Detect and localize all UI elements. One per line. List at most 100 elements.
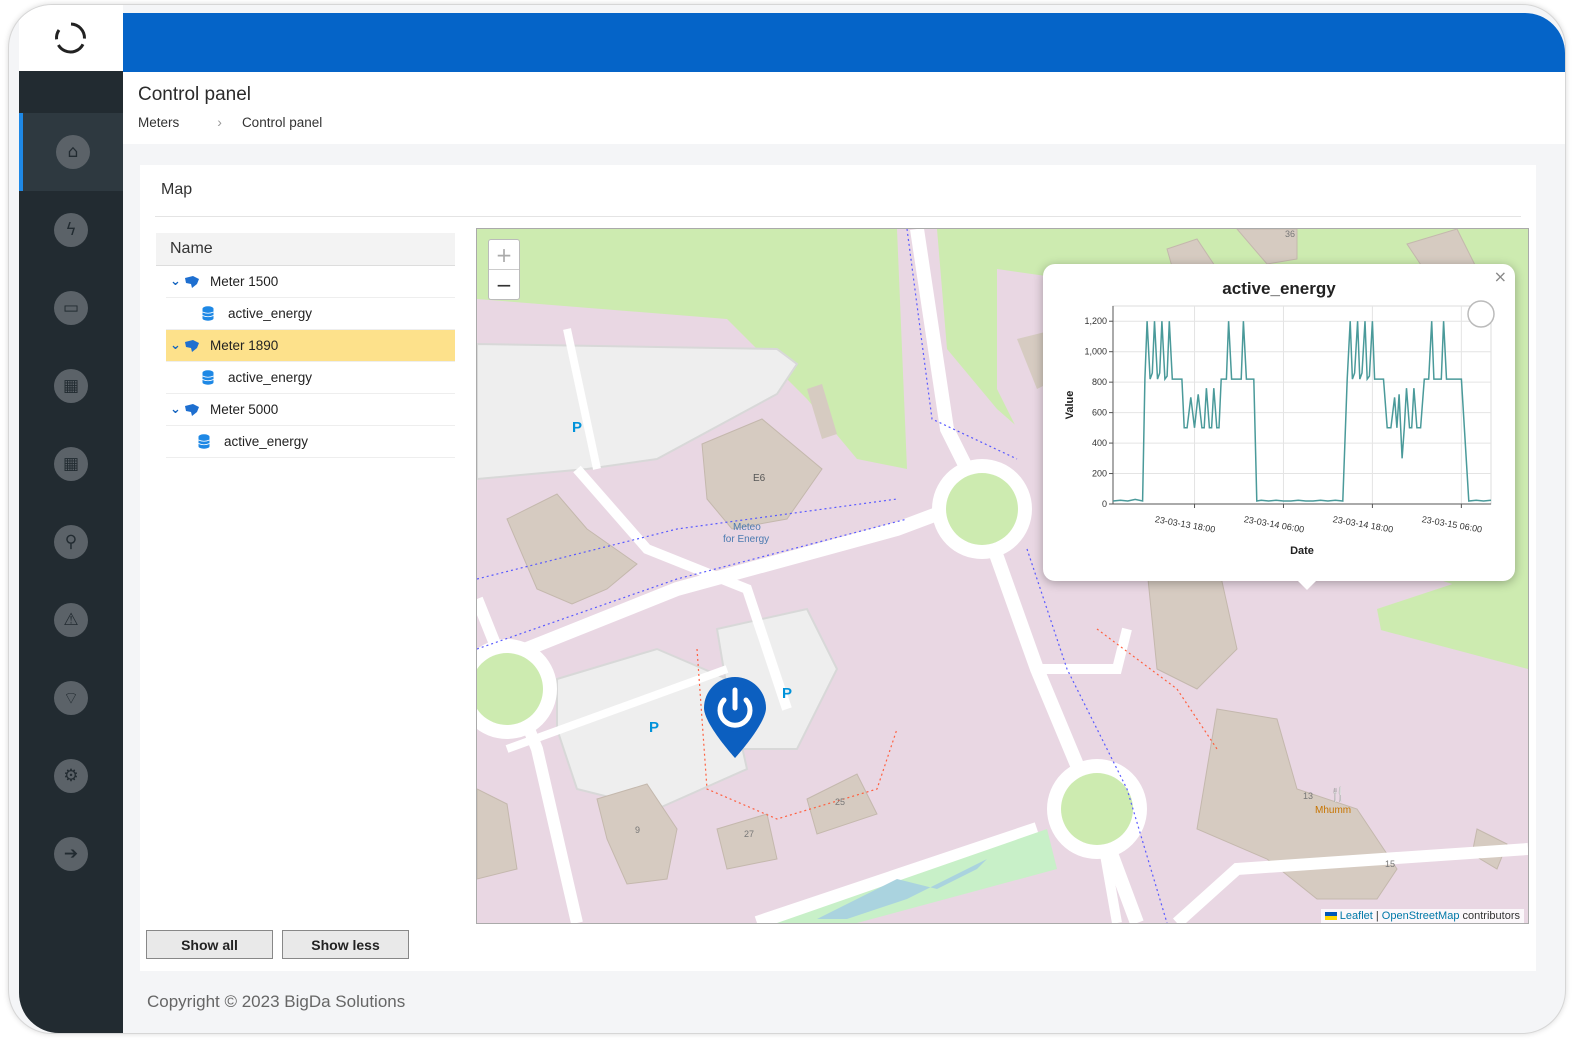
- y-tick-label: 600: [1092, 408, 1107, 418]
- y-tick-label: 0: [1102, 499, 1107, 509]
- tree-item-label: Meter 1500: [210, 274, 279, 289]
- footer-copyright: Copyright © 2023 BigDa Solutions: [147, 992, 406, 1011]
- logout-icon: ➔: [54, 837, 88, 871]
- meter-icon: [185, 339, 199, 352]
- map-attribution: Leaflet | OpenStreetMap contributors: [1320, 909, 1524, 923]
- sidebar-item-search[interactable]: ⚲: [19, 503, 123, 581]
- breadcrumb: Meters › Control panel: [138, 114, 322, 130]
- building-label: E6: [753, 473, 766, 484]
- page-title: Control panel: [138, 84, 252, 105]
- x-tick-label: 23-03-15 06:00: [1421, 514, 1483, 534]
- house-number: 27: [744, 829, 755, 839]
- y-tick-label: 1,000: [1084, 347, 1107, 357]
- tree-item-label: Meter 5000: [210, 402, 279, 417]
- tree-item-meter-5000[interactable]: ⌄ Meter 5000: [166, 394, 455, 426]
- chart-title: active_energy: [1222, 279, 1336, 298]
- logo-icon: [55, 22, 86, 54]
- monitor-icon: ▭: [54, 291, 88, 325]
- house-number: 36: [1285, 229, 1296, 239]
- sidebar-item-table[interactable]: ▦: [19, 347, 123, 425]
- zoom-control: + −: [488, 239, 520, 300]
- y-tick-label: 400: [1092, 438, 1107, 448]
- sidebar-item-home[interactable]: ⌂: [19, 113, 123, 191]
- power-marker-icon[interactable]: [702, 676, 768, 758]
- sidebar: ⌂ ϟ ▭ ▦ ▦ ⚲ ⚠ ⌔ ⚙ ➔: [19, 71, 123, 1033]
- wifi-icon: ⌔: [54, 681, 88, 715]
- tree-item-active-energy[interactable]: active_energy: [166, 426, 455, 458]
- sidebar-item-energy[interactable]: ϟ: [19, 191, 123, 269]
- y-tick-label: 800: [1092, 377, 1107, 387]
- table-icon: ▦: [54, 369, 88, 403]
- sidebar-item-settings[interactable]: ⚙: [19, 737, 123, 815]
- zoom-in-button[interactable]: +: [489, 240, 519, 270]
- sidebar-item-table-2[interactable]: ▦: [19, 425, 123, 503]
- chart-menu-icon: [1467, 300, 1495, 328]
- chevron-down-icon[interactable]: ⌄: [170, 338, 184, 353]
- x-tick-label: 23-03-14 06:00: [1243, 514, 1305, 534]
- page-header: Control panel Meters › Control panel: [123, 72, 1565, 144]
- chevron-down-icon[interactable]: ⌄: [170, 402, 184, 417]
- leaflet-link[interactable]: Leaflet: [1340, 910, 1373, 922]
- tree-item-meter-1890[interactable]: ⌄ Meter 1890: [166, 330, 455, 362]
- app-logo[interactable]: [19, 5, 123, 71]
- x-axis-label: Date: [1290, 545, 1314, 557]
- tree-item-label: active_energy: [224, 434, 309, 449]
- tree-item-meter-1500[interactable]: ⌄ Meter 1500: [166, 266, 455, 298]
- restaurant-icon: 🍴: [1329, 787, 1347, 803]
- bolt-icon: ϟ: [54, 213, 88, 247]
- card-title: Map: [161, 181, 193, 198]
- app-window: ⌂ ϟ ▭ ▦ ▦ ⚲ ⚠ ⌔ ⚙ ➔ Control panel Meters…: [8, 4, 1566, 1034]
- y-tick-label: 1,200: [1084, 316, 1107, 326]
- osm-link[interactable]: OpenStreetMap: [1382, 910, 1460, 922]
- tree-header-name: Name: [156, 233, 455, 266]
- show-less-button[interactable]: Show less: [282, 930, 409, 959]
- map-card: Map Name ⌄ Meter 1500 active_energy ⌄ Me…: [140, 165, 1536, 971]
- tree-item-active-energy[interactable]: active_energy: [166, 298, 455, 330]
- meter-icon: [185, 403, 199, 416]
- poi-label: for Energy: [723, 534, 770, 545]
- breadcrumb-current: Control panel: [241, 114, 323, 130]
- parking-label: P: [572, 419, 583, 436]
- chart-popup: × active_energy 0 200 400 600 800 1,000 1,200 23…: [1043, 264, 1515, 581]
- active-energy-chart: active_energy 0 200 400 600 800 1,000 1,200 23-0…: [1064, 279, 1495, 557]
- show-all-button[interactable]: Show all: [146, 930, 273, 959]
- attribution-text: contributors: [1462, 910, 1520, 922]
- tree-item-label: Meter 1890: [210, 338, 279, 353]
- chevron-down-icon[interactable]: ⌄: [170, 274, 184, 289]
- house-number: 13: [1303, 791, 1314, 801]
- house-number: 25: [835, 797, 846, 807]
- tree-item-active-energy[interactable]: active_energy: [166, 362, 455, 394]
- database-icon: [202, 370, 214, 385]
- sidebar-item-wifi[interactable]: ⌔: [19, 659, 123, 737]
- search-icon: ⚲: [54, 525, 88, 559]
- parking-label: P: [782, 685, 793, 702]
- breadcrumb-meters[interactable]: Meters: [138, 115, 179, 130]
- main-content: Control panel Meters › Control panel Map…: [123, 72, 1565, 1033]
- warning-icon: ⚠: [54, 603, 88, 637]
- database-icon: [202, 306, 214, 321]
- tree-item-label: active_energy: [228, 306, 313, 321]
- y-tick-label: 200: [1092, 469, 1107, 479]
- zoom-out-button[interactable]: −: [489, 270, 519, 299]
- chevron-right-icon: ›: [217, 114, 222, 130]
- meter-icon: [185, 275, 199, 288]
- parking-label: P: [649, 719, 660, 736]
- x-tick-label: 23-03-14 18:00: [1332, 514, 1394, 534]
- poi-label: Meteo: [733, 522, 761, 533]
- home-icon: ⌂: [56, 135, 90, 169]
- map-view[interactable]: + − P P P E6 Meteo for Energy 9 25 27 13…: [476, 228, 1529, 924]
- tree-item-label: active_energy: [228, 370, 313, 385]
- x-tick-label: 23-03-13 18:00: [1154, 514, 1216, 534]
- divider: [155, 216, 1521, 217]
- database-icon: [198, 434, 210, 449]
- sidebar-item-logout[interactable]: ➔: [19, 815, 123, 893]
- house-number: 9: [635, 825, 641, 835]
- gear-icon: ⚙: [54, 759, 88, 793]
- poi-label: Mhumm: [1315, 805, 1352, 816]
- flag-icon: [1324, 912, 1337, 921]
- sidebar-item-monitor[interactable]: ▭: [19, 269, 123, 347]
- table-icon: ▦: [54, 447, 88, 481]
- sidebar-item-alerts[interactable]: ⚠: [19, 581, 123, 659]
- house-number: 15: [1385, 859, 1396, 869]
- popup-tip: [1297, 580, 1317, 590]
